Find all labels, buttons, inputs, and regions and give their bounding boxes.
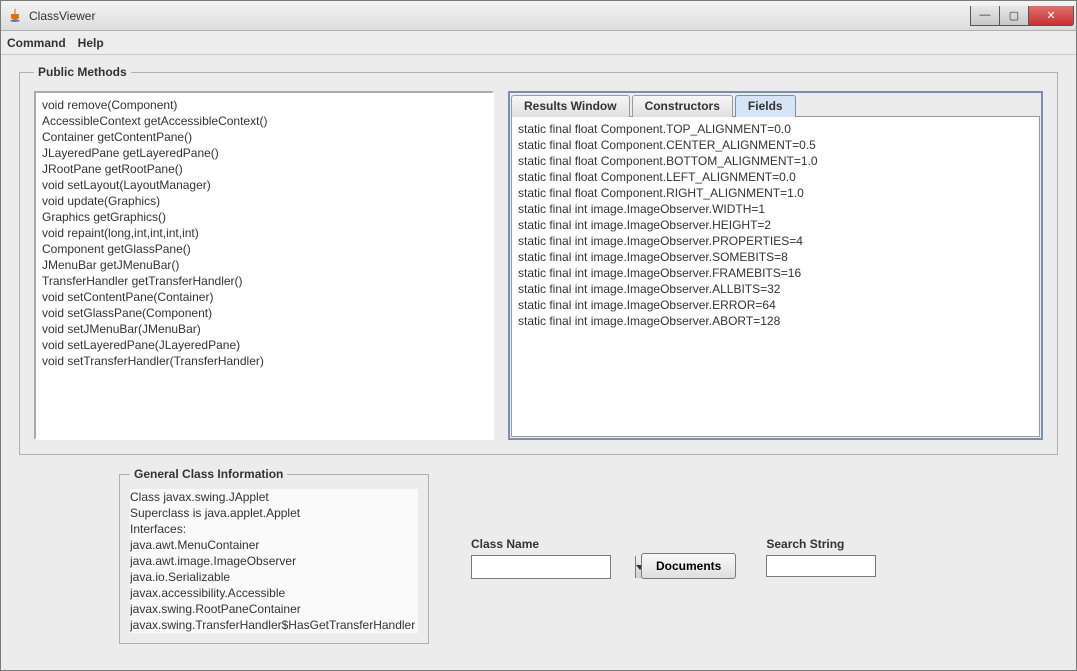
class-name-input[interactable]	[472, 556, 635, 578]
field-item[interactable]: static final int image.ImageObserver.ERR…	[518, 297, 1033, 313]
public-methods-legend: Public Methods	[34, 65, 131, 79]
field-item[interactable]: static final float Component.CENTER_ALIG…	[518, 137, 1033, 153]
documents-button[interactable]: Documents	[641, 553, 736, 579]
method-item[interactable]: AccessibleContext getAccessibleContext()	[42, 113, 486, 129]
method-item[interactable]: void update(Graphics)	[42, 193, 486, 209]
method-item[interactable]: void setTransferHandler(TransferHandler)	[42, 353, 486, 369]
gci-line: java.awt.MenuContainer	[130, 537, 418, 553]
class-name-label: Class Name	[471, 537, 611, 551]
gci-line: javax.accessibility.Accessible	[130, 585, 418, 601]
method-item[interactable]: void remove(Component)	[42, 97, 486, 113]
method-item[interactable]: TransferHandler getTransferHandler()	[42, 273, 486, 289]
gci-line: java.awt.image.ImageObserver	[130, 553, 418, 569]
method-item[interactable]: void repaint(long,int,int,int,int)	[42, 225, 486, 241]
gci-line: Superclass is java.applet.Applet	[130, 505, 418, 521]
window-controls: — ▢ ✕	[971, 6, 1074, 26]
field-item[interactable]: static final int image.ImageObserver.FRA…	[518, 265, 1033, 281]
menu-help[interactable]: Help	[78, 36, 104, 50]
field-item[interactable]: static final float Component.LEFT_ALIGNM…	[518, 169, 1033, 185]
controls-row: Class Name Documents Search String	[471, 537, 876, 579]
field-item[interactable]: static final float Component.BOTTOM_ALIG…	[518, 153, 1033, 169]
titlebar: ClassViewer — ▢ ✕	[1, 1, 1076, 31]
menu-command[interactable]: Command	[7, 36, 66, 50]
app-window: ClassViewer — ▢ ✕ Command Help Public Me…	[0, 0, 1077, 671]
field-item[interactable]: static final int image.ImageObserver.SOM…	[518, 249, 1033, 265]
method-item[interactable]: void setJMenuBar(JMenuBar)	[42, 321, 486, 337]
gci-line: javax.swing.RootPaneContainer	[130, 601, 418, 617]
menubar: Command Help	[1, 31, 1076, 55]
method-item[interactable]: JRootPane getRootPane()	[42, 161, 486, 177]
java-icon	[7, 8, 23, 24]
field-item[interactable]: static final float Component.RIGHT_ALIGN…	[518, 185, 1033, 201]
minimize-button[interactable]: —	[970, 6, 1000, 26]
search-group: Search String	[766, 537, 876, 579]
close-button[interactable]: ✕	[1028, 6, 1074, 26]
field-item[interactable]: static final int image.ImageObserver.HEI…	[518, 217, 1033, 233]
tab-constructors[interactable]: Constructors	[632, 95, 733, 117]
field-item[interactable]: static final float Component.TOP_ALIGNME…	[518, 121, 1033, 137]
search-input[interactable]	[766, 555, 876, 577]
method-item[interactable]: void setLayout(LayoutManager)	[42, 177, 486, 193]
search-label: Search String	[766, 537, 876, 551]
method-item[interactable]: Container getContentPane()	[42, 129, 486, 145]
method-item[interactable]: void setGlassPane(Component)	[42, 305, 486, 321]
gci-line: Interfaces:	[130, 521, 418, 537]
tabstrip: Results Window Constructors Fields	[511, 94, 1040, 116]
maximize-button[interactable]: ▢	[999, 6, 1029, 26]
lower-panel: General Class Information Class javax.sw…	[19, 467, 1058, 644]
method-item[interactable]: Graphics getGraphics()	[42, 209, 486, 225]
method-item[interactable]: void setContentPane(Container)	[42, 289, 486, 305]
method-item[interactable]: JMenuBar getJMenuBar()	[42, 257, 486, 273]
window-title: ClassViewer	[29, 9, 971, 23]
method-item[interactable]: void setLayeredPane(JLayeredPane)	[42, 337, 486, 353]
gci-line: javax.swing.TransferHandler$HasGetTransf…	[130, 617, 418, 633]
method-list[interactable]: void remove(Component)AccessibleContext …	[34, 91, 494, 440]
tab-results-window[interactable]: Results Window	[511, 95, 630, 117]
gci-legend: General Class Information	[130, 467, 287, 481]
details-pane: Results Window Constructors Fields stati…	[508, 91, 1043, 440]
field-item[interactable]: static final int image.ImageObserver.WID…	[518, 201, 1033, 217]
public-methods-group: Public Methods void remove(Component)Acc…	[19, 65, 1058, 455]
general-class-info-group: General Class Information Class javax.sw…	[119, 467, 429, 644]
field-item[interactable]: static final int image.ImageObserver.ALL…	[518, 281, 1033, 297]
field-item[interactable]: static final int image.ImageObserver.ABO…	[518, 313, 1033, 329]
gci-line: java.io.Serializable	[130, 569, 418, 585]
method-item[interactable]: Component getGlassPane()	[42, 241, 486, 257]
fields-list[interactable]: static final float Component.TOP_ALIGNME…	[511, 116, 1040, 437]
tab-fields[interactable]: Fields	[735, 95, 796, 117]
class-name-group: Class Name	[471, 537, 611, 579]
gci-text: Class javax.swing.JAppletSuperclass is j…	[130, 489, 418, 633]
class-name-combo[interactable]	[471, 555, 611, 579]
gci-line: Class javax.swing.JApplet	[130, 489, 418, 505]
method-item[interactable]: JLayeredPane getLayeredPane()	[42, 145, 486, 161]
client-area: Public Methods void remove(Component)Acc…	[1, 55, 1076, 670]
field-item[interactable]: static final int image.ImageObserver.PRO…	[518, 233, 1033, 249]
